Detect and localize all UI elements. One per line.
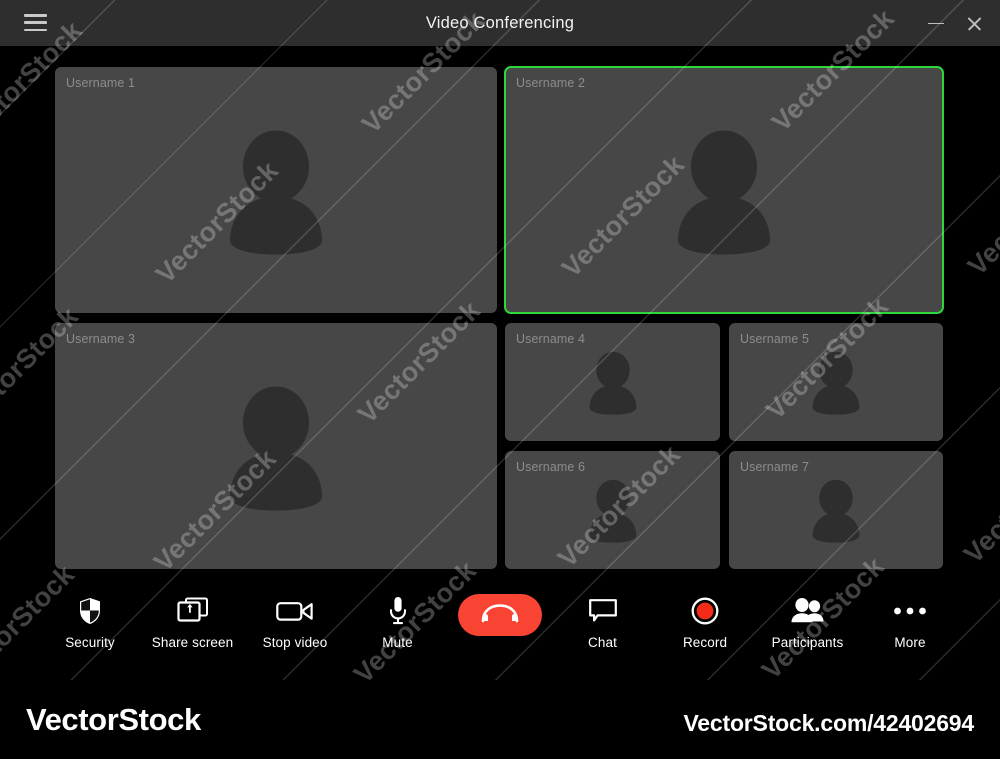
video-conferencing-window: Video Conferencing Username 1 Username 2 (0, 0, 1000, 680)
security-button[interactable]: Security (40, 580, 140, 650)
participant-name: Username 4 (516, 332, 586, 346)
video-grid: Username 1 Username 2 Username 3 Usernam… (0, 46, 1000, 580)
toolbar-item-label: Chat (588, 635, 617, 650)
video-camera-icon (276, 596, 314, 626)
participant-tile[interactable]: Username 3 (55, 323, 497, 569)
end-call-wrapper (450, 580, 550, 636)
participant-name: Username 3 (66, 332, 136, 346)
avatar (580, 479, 646, 543)
microphone-icon (388, 596, 408, 626)
participant-name: Username 5 (740, 332, 810, 346)
toolbar-item-label: Share screen (151, 635, 234, 650)
window-title: Video Conferencing (425, 13, 575, 32)
phone-hangup-icon (478, 603, 522, 628)
avatar (659, 130, 789, 255)
end-call-button[interactable] (458, 594, 542, 636)
toolbar-item-label: Participants (771, 635, 844, 650)
more-button[interactable]: More (860, 580, 960, 650)
record-icon (691, 596, 719, 626)
vectorstock-logo: VectorStock (26, 702, 201, 737)
avatar (803, 351, 869, 415)
ellipsis-icon (893, 596, 927, 626)
meeting-controls-toolbar: Security Share screen Stop video Mute Ch… (0, 580, 1000, 680)
toolbar-item-label: Record (682, 635, 728, 650)
participant-tile[interactable]: Username 6 (505, 451, 720, 569)
share-screen-button[interactable]: Share screen (143, 580, 243, 650)
toolbar-item-label: Mute (382, 635, 413, 650)
window-controls (926, 0, 984, 46)
participant-tile[interactable]: Username 7 (729, 451, 943, 569)
participants-button[interactable]: Participants (758, 580, 858, 650)
close-icon[interactable] (964, 13, 984, 33)
share-screen-icon (176, 596, 209, 626)
avatar (803, 479, 869, 543)
avatar (211, 386, 341, 511)
vectorstock-url: VectorStock.com/42402694 (683, 710, 974, 736)
participant-name: Username 6 (516, 460, 586, 474)
stop-video-button[interactable]: Stop video (245, 580, 345, 650)
chat-bubble-icon (588, 596, 618, 626)
participant-name: Username 1 (66, 76, 136, 90)
shield-icon (78, 596, 102, 626)
chat-button[interactable]: Chat (553, 580, 653, 650)
participant-name: Username 7 (740, 460, 810, 474)
participant-tile-active-speaker[interactable]: Username 2 (504, 66, 944, 314)
participant-tile[interactable]: Username 1 (55, 67, 497, 313)
participants-icon (789, 596, 827, 626)
participant-tile[interactable]: Username 4 (505, 323, 720, 441)
toolbar-item-label: More (894, 635, 926, 650)
toolbar-item-label: Security (65, 635, 115, 650)
title-bar: Video Conferencing (0, 0, 1000, 46)
avatar (580, 351, 646, 415)
toolbar-item-label: Stop video (262, 635, 328, 650)
footer-watermark-band: VectorStock VectorStock.com/42402694 (0, 680, 1000, 759)
mute-button[interactable]: Mute (348, 580, 448, 650)
participant-tile[interactable]: Username 5 (729, 323, 943, 441)
avatar (211, 130, 341, 255)
participant-name: Username 2 (516, 76, 586, 90)
minimize-icon[interactable] (926, 13, 946, 33)
toolbar-items: Security Share screen Stop video Mute Ch… (40, 580, 960, 680)
record-button[interactable]: Record (655, 580, 755, 650)
